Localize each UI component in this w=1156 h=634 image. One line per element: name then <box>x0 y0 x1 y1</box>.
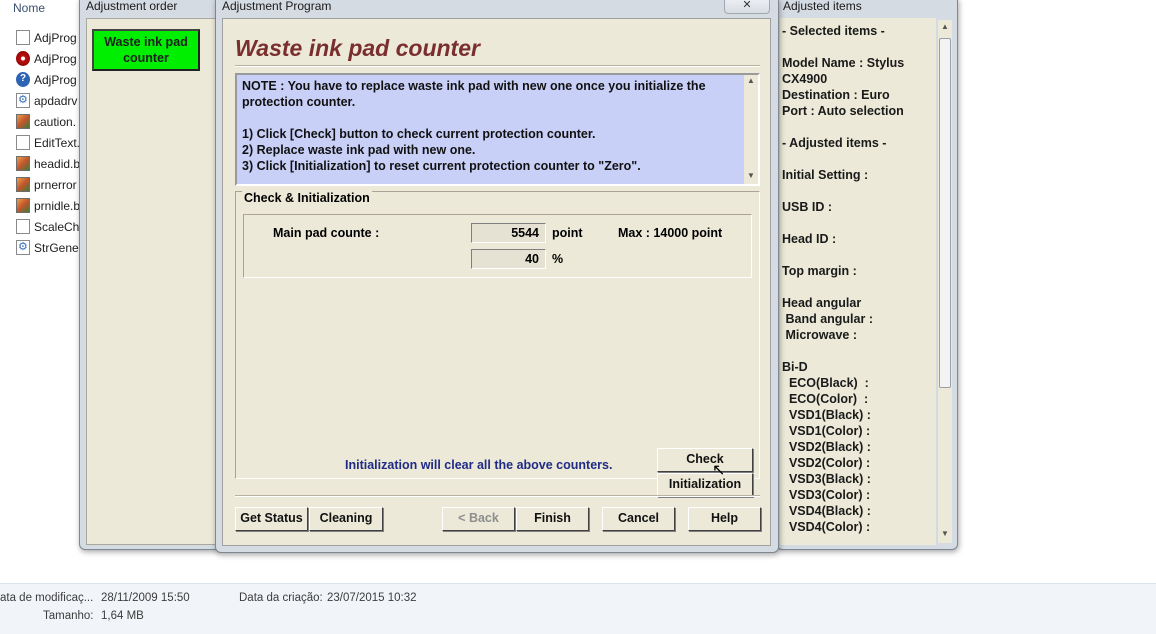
file-list-item[interactable]: ScaleChe <box>16 216 82 237</box>
image-file-icon <box>16 198 30 213</box>
file-name: StrGene. <box>34 240 82 255</box>
settings-file-icon <box>16 240 30 255</box>
file-name: AdjProg <box>34 72 77 87</box>
file-list-item[interactable]: StrGene. <box>16 237 82 258</box>
adjusted-items-window: Adjusted items - Selected items - Model … <box>776 0 958 550</box>
cancel-button[interactable]: Cancel <box>602 507 675 531</box>
file-name: headid.b <box>34 156 81 171</box>
percent-value-field: 40 <box>471 249 546 269</box>
main-panel: Waste ink pad counter NOTE : You have to… <box>222 18 771 546</box>
group-title: Check & Initialization <box>242 191 372 205</box>
note-scrollbar[interactable]: ▲ ▼ <box>744 75 758 184</box>
point-value-field: 5544 <box>471 223 546 243</box>
help-button[interactable]: Help <box>688 507 761 531</box>
get-status-button[interactable]: Get Status <box>235 507 308 531</box>
waste-ink-pad-counter-button[interactable]: Waste ink pad counter <box>92 29 200 71</box>
close-icon[interactable]: ✕ <box>724 0 770 14</box>
created-label: Data da criação: <box>239 592 323 604</box>
counter-panel: Main pad counte : 5544 point Max : 14000… <box>243 214 752 278</box>
point-unit: point <box>552 226 583 240</box>
details-pane: ata de modificaç... 28/11/2009 15:50 Dat… <box>0 583 1156 634</box>
file-list-item[interactable]: prnidle.b <box>16 195 82 216</box>
note-textarea[interactable]: NOTE : You have to replace waste ink pad… <box>235 73 760 186</box>
scroll-down-icon[interactable]: ▼ <box>747 171 755 180</box>
scroll-down-icon[interactable]: ▼ <box>941 529 949 538</box>
image-file-icon <box>16 156 30 171</box>
check-button[interactable]: Check <box>657 448 753 472</box>
adjustment-program-window: Adjustment Program ✕ Waste ink pad count… <box>215 0 779 553</box>
scrollbar-thumb[interactable] <box>939 38 951 388</box>
file-list-item[interactable]: AdjProg <box>16 27 82 48</box>
file-name: prnidle.b <box>34 198 81 213</box>
main-pad-label: Main pad counte : <box>273 226 380 240</box>
adjusted-items-panel: - Selected items - Model Name : Stylus C… <box>780 18 936 545</box>
settings-file-icon <box>16 93 30 108</box>
file-name: AdjProg <box>34 30 77 45</box>
back-button[interactable]: < Back <box>442 507 515 531</box>
file-name: EditText. <box>34 135 81 150</box>
window-title: Adjusted items <box>783 0 862 13</box>
window-title: Adjustment order <box>86 0 178 13</box>
file-name: AdjProg <box>34 51 77 66</box>
file-name: caution. <box>34 114 77 129</box>
max-counter-text: Max : 14000 point <box>618 226 723 240</box>
percent-unit: % <box>552 252 564 266</box>
file-list: AdjProg AdjProg? AdjProg apdadrv caution. Edi… <box>16 27 82 258</box>
items-scrollbar[interactable]: ▲ ▼ <box>937 20 952 543</box>
window-title: Adjustment Program <box>222 0 332 13</box>
file-name: prnerror <box>34 177 77 192</box>
app-red-icon <box>16 51 30 66</box>
scroll-up-icon[interactable]: ▲ <box>941 22 949 31</box>
divider <box>235 495 760 497</box>
help-icon: ? <box>16 72 30 87</box>
file-name: ScaleChe <box>34 219 82 234</box>
modified-value: 28/11/2009 15:50 <box>101 592 190 604</box>
divider <box>235 65 760 67</box>
mouse-cursor-icon: ↖ <box>712 462 726 479</box>
image-file-icon <box>16 114 30 129</box>
created-value: 23/07/2015 10:32 <box>327 592 417 604</box>
modified-label: ata de modificaç... <box>0 592 94 604</box>
file-list-item[interactable]: ? AdjProg <box>16 69 82 90</box>
file-list-item[interactable]: EditText. <box>16 132 82 153</box>
file-name: apdadrv <box>34 93 78 108</box>
warning-text: Initialization will clear all the above … <box>345 458 613 472</box>
finish-button[interactable]: Finish <box>516 507 589 531</box>
size-value: 1,64 MB <box>101 610 144 622</box>
initialization-button[interactable]: Initialization <box>657 473 753 497</box>
check-initialization-group: Check & Initialization Main pad counte :… <box>235 191 760 497</box>
size-label: Tamanho: <box>43 610 94 622</box>
page-title: Waste ink pad counter <box>235 35 480 61</box>
file-list-item[interactable]: AdjProg <box>16 48 82 69</box>
order-panel: Waste ink pad counter <box>86 18 217 545</box>
scroll-up-icon[interactable]: ▲ <box>747 76 755 85</box>
document-icon <box>16 219 30 234</box>
document-icon <box>16 135 30 150</box>
file-list-item[interactable]: apdadrv <box>16 90 82 111</box>
image-file-icon <box>16 177 30 192</box>
note-text: NOTE : You have to replace waste ink pad… <box>242 79 706 173</box>
adjustment-order-window: Adjustment order Waste ink pad counter <box>79 0 221 550</box>
file-list-item[interactable]: prnerror <box>16 174 82 195</box>
file-list-item[interactable]: caution. <box>16 111 82 132</box>
file-list-item[interactable]: headid.b <box>16 153 82 174</box>
document-icon <box>16 30 30 45</box>
adjusted-items-text: - Selected items - Model Name : Stylus C… <box>782 24 905 534</box>
cleaning-button[interactable]: Cleaning <box>309 507 383 531</box>
name-column-header[interactable]: Nome <box>0 0 80 18</box>
